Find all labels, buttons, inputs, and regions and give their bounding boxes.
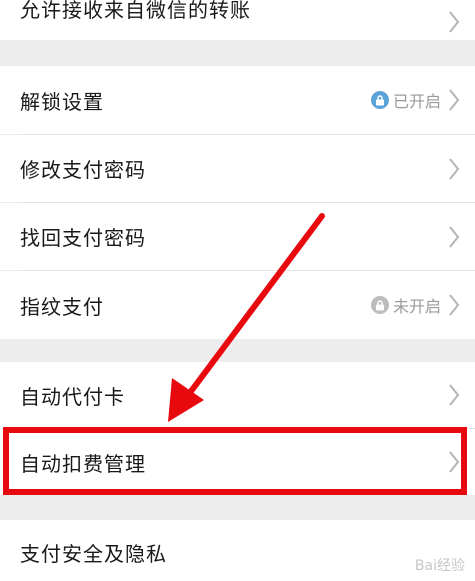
row-label-fingerprint-pay: 指纹支付	[20, 294, 104, 319]
chevron-right-icon	[449, 384, 460, 406]
row-auto-pay-card[interactable]: 自动代付卡	[0, 362, 475, 428]
fingerprint-status-text: 未开启	[392, 297, 441, 316]
row-auto-deduct-manage[interactable]: 自动扣费管理	[0, 429, 475, 495]
chevron-right-icon	[449, 225, 460, 248]
row-allow-wechat-transfer[interactable]: 允许接收来自微信的转账	[0, 0, 475, 40]
chevron-right-icon	[449, 294, 460, 316]
row-change-pay-password[interactable]: 修改支付密码	[0, 135, 475, 202]
row-unlock-settings[interactable]: 解锁设置 已开启	[0, 66, 475, 134]
chevron-right-icon	[449, 157, 460, 180]
row-label-pay-security-privacy: 支付安全及隐私	[20, 542, 167, 566]
row-pay-security-privacy[interactable]: 支付安全及隐私	[0, 520, 475, 581]
row-label-change-pay-password: 修改支付密码	[20, 158, 146, 182]
fingerprint-status: 未开启	[370, 293, 441, 317]
row-label-auto-deduct-manage: 自动扣费管理	[20, 451, 146, 476]
chevron-right-icon	[449, 89, 460, 111]
row-label-auto-pay-card: 自动代付卡	[20, 384, 125, 409]
row-fingerprint-pay[interactable]: 指纹支付 未开启	[0, 271, 475, 339]
unlock-status-text: 已开启	[392, 92, 441, 111]
chevron-right-icon	[449, 451, 460, 473]
lock-icon	[370, 91, 389, 109]
row-label-unlock-settings: 解锁设置	[20, 89, 104, 114]
chevron-right-icon	[449, 11, 460, 33]
row-recover-pay-password[interactable]: 找回支付密码	[0, 203, 475, 270]
row-label-allow-wechat-transfer: 允许接收来自微信的转账	[20, 0, 251, 22]
lock-icon	[370, 296, 389, 314]
unlock-status: 已开启	[370, 88, 441, 112]
row-label-recover-pay-password: 找回支付密码	[20, 226, 146, 250]
watermark: Bai经验	[414, 558, 465, 574]
